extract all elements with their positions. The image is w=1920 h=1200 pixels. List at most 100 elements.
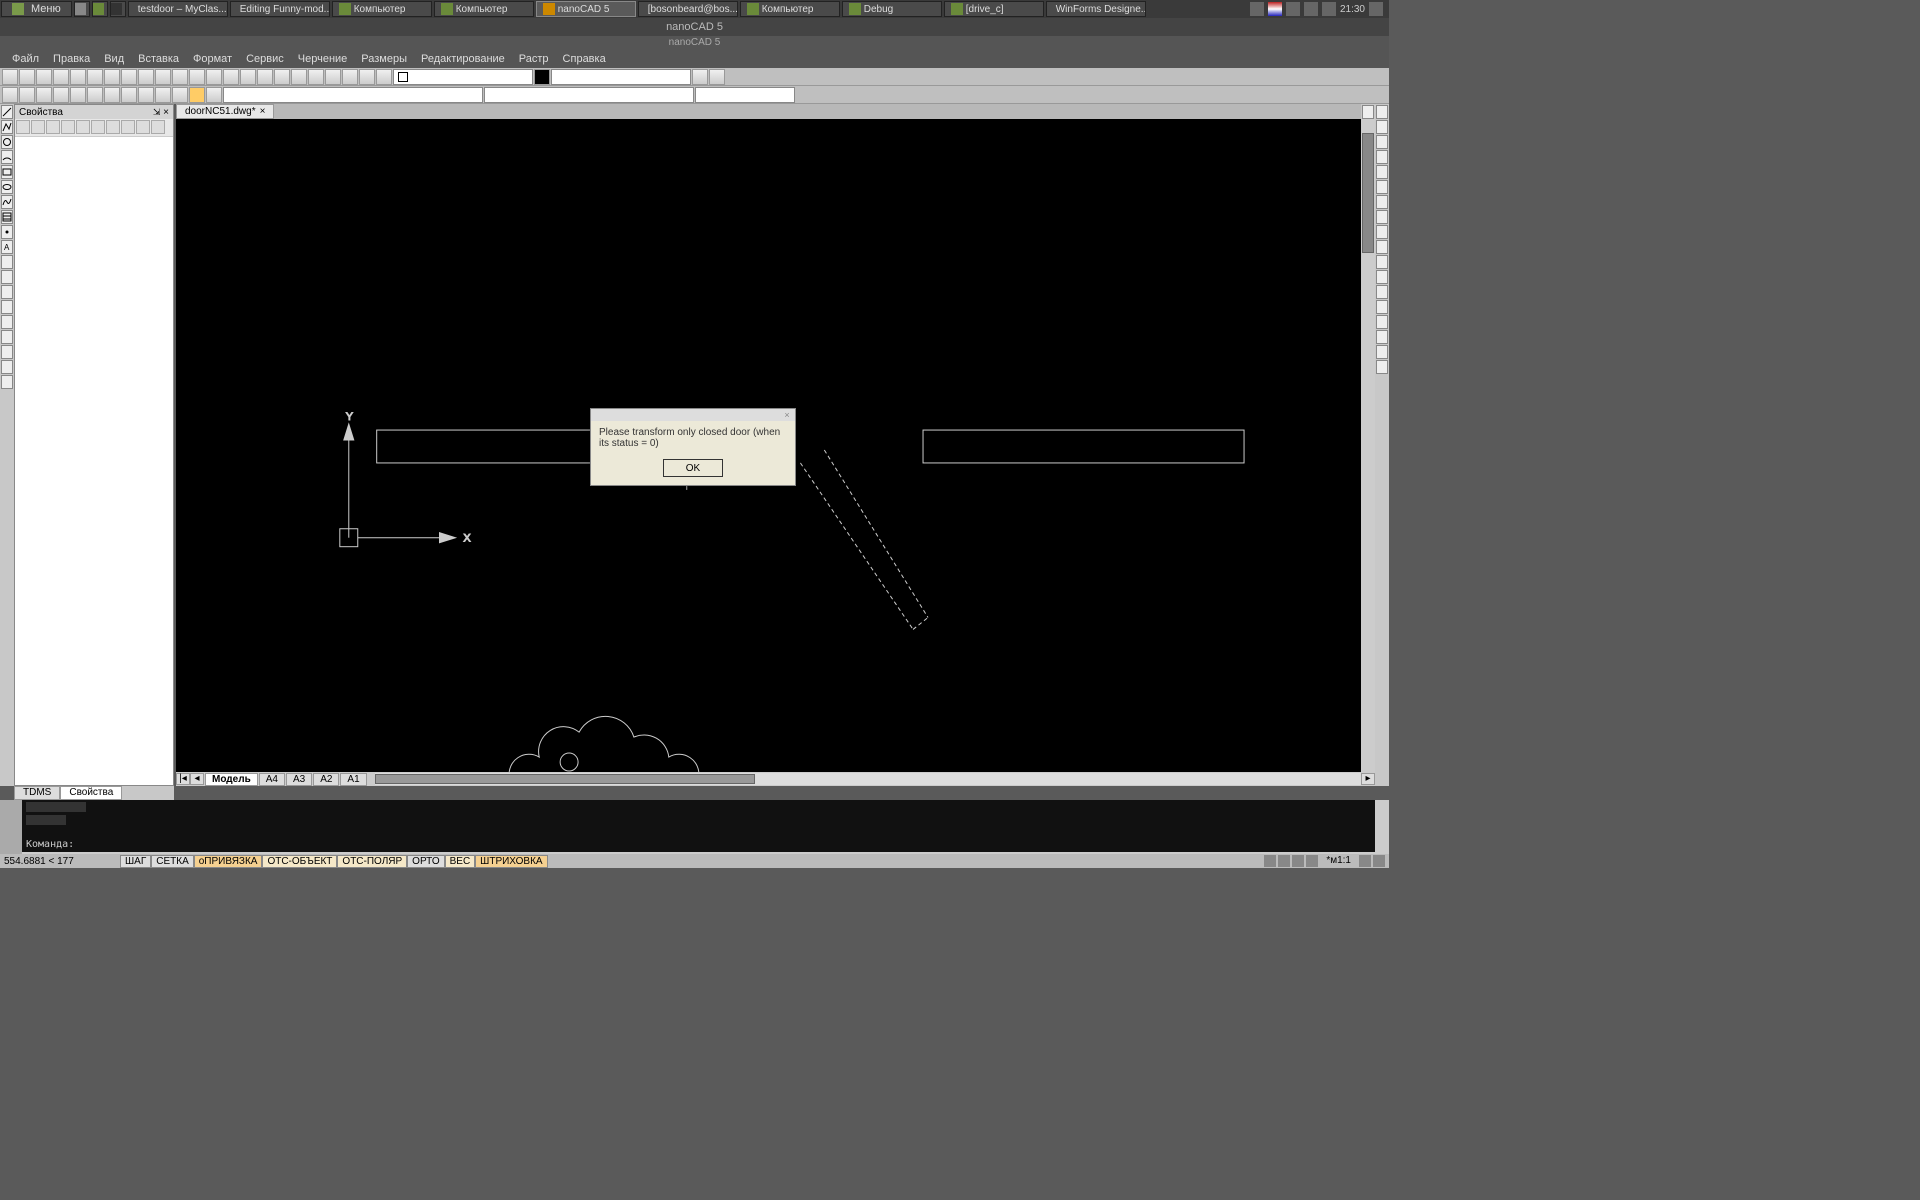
layout-tab-model[interactable]: Модель	[205, 773, 258, 786]
tool-zoom[interactable]	[172, 69, 188, 85]
tool-zoom-window[interactable]	[189, 69, 205, 85]
properties-panel-header[interactable]: Свойства ⇲ ×	[15, 105, 173, 119]
tool-10[interactable]	[342, 69, 358, 85]
menu-help[interactable]: Справка	[557, 51, 612, 67]
draw-polyline-icon[interactable]	[1, 120, 13, 134]
prop-tool-10[interactable]	[151, 120, 165, 134]
tool-print[interactable]	[53, 69, 69, 85]
tool-zoom-extents[interactable]	[206, 69, 222, 85]
tool-07[interactable]	[291, 69, 307, 85]
draw-ray-icon[interactable]	[1, 315, 13, 329]
tab-properties[interactable]: Свойства	[60, 786, 122, 800]
mod-align-icon[interactable]	[1376, 360, 1388, 374]
status-otrack-polar[interactable]: ОТС-ПОЛЯР	[337, 855, 407, 868]
layout-nav-first[interactable]: |◂	[176, 773, 190, 785]
properties-pin-icon[interactable]: ⇲	[153, 107, 161, 117]
task-winforms[interactable]: WinForms Designe...	[1046, 1, 1146, 17]
prop-tool-2[interactable]	[31, 120, 45, 134]
command-vscroll[interactable]	[1375, 800, 1389, 854]
start-menu-button[interactable]: Меню	[1, 1, 72, 17]
prop-tool-8[interactable]	[121, 120, 135, 134]
draw-polygon-icon[interactable]	[1, 345, 13, 359]
draw-text-icon[interactable]: A	[1, 240, 13, 254]
prop-tool-1[interactable]	[16, 120, 30, 134]
command-input[interactable]	[78, 839, 1375, 850]
snap-endpoint-icon[interactable]	[1362, 105, 1374, 119]
task-editing[interactable]: Editing Funny-mod...	[230, 1, 330, 17]
dialog-close-icon[interactable]: ×	[781, 410, 793, 420]
tool2-05[interactable]	[70, 87, 86, 103]
properties-close-icon[interactable]: ×	[163, 107, 169, 118]
doc-tab-current[interactable]: doorNC51.dwg* ×	[176, 104, 274, 119]
tool2-06[interactable]	[87, 87, 103, 103]
tool-08[interactable]	[308, 69, 324, 85]
tool-06[interactable]	[274, 69, 290, 85]
draw-boundary-icon[interactable]	[1, 300, 13, 314]
canvas-vscroll[interactable]	[1361, 119, 1375, 772]
menu-edit[interactable]: Правка	[47, 51, 96, 67]
dialog-titlebar[interactable]: ×	[591, 409, 795, 421]
mod-trim-icon[interactable]	[1376, 240, 1388, 254]
status-lweight[interactable]: ВЕС	[445, 855, 476, 868]
status-icon-2[interactable]	[1278, 855, 1290, 867]
network-icon[interactable]	[1286, 2, 1300, 16]
battery-icon[interactable]	[1322, 2, 1336, 16]
layer-combo[interactable]	[223, 87, 483, 103]
dialog-ok-button[interactable]: OK	[663, 459, 723, 477]
style-combo-1[interactable]	[484, 87, 694, 103]
mod-extend-icon[interactable]	[1376, 255, 1388, 269]
tool-cut[interactable]	[104, 69, 120, 85]
doc-tab-close-icon[interactable]: ×	[260, 106, 266, 117]
tool2-12[interactable]	[189, 87, 205, 103]
layout-tab-a1[interactable]: A1	[340, 773, 366, 786]
prop-tool-9[interactable]	[136, 120, 150, 134]
task-terminal[interactable]: [bosonbeard@bos...	[638, 1, 738, 17]
mod-offset-icon[interactable]	[1376, 150, 1388, 164]
status-osnap[interactable]: оПРИВЯЗКА	[194, 855, 263, 868]
tool2-01[interactable]	[2, 87, 18, 103]
prop-tool-7[interactable]	[106, 120, 120, 134]
tool-paste[interactable]	[138, 69, 154, 85]
tool2-02[interactable]	[19, 87, 35, 103]
tool-pan[interactable]	[155, 69, 171, 85]
layout-tab-a4[interactable]: A4	[259, 773, 285, 786]
status-scale[interactable]: *м1:1	[1320, 855, 1357, 867]
status-hatch[interactable]: ШТРИХОВКА	[475, 855, 547, 868]
mod-explode-icon[interactable]	[1376, 315, 1388, 329]
task-computer-1[interactable]: Компьютер	[332, 1, 432, 17]
draw-region-icon[interactable]	[1, 270, 13, 284]
mod-chamfer-icon[interactable]	[1376, 300, 1388, 314]
task-computer-2[interactable]: Компьютер	[434, 1, 534, 17]
menu-format[interactable]: Формат	[187, 51, 238, 67]
mod-mirror-icon[interactable]	[1376, 135, 1388, 149]
task-debug[interactable]: Debug	[842, 1, 942, 17]
tool-04[interactable]	[240, 69, 256, 85]
task-computer-3[interactable]: Компьютер	[740, 1, 840, 17]
mod-copy-icon[interactable]	[1376, 120, 1388, 134]
mod-rotate-icon[interactable]	[1376, 195, 1388, 209]
clock[interactable]: 21:30	[1340, 4, 1365, 15]
mod-join-icon[interactable]	[1376, 330, 1388, 344]
draw-circle-icon[interactable]	[1, 135, 13, 149]
vscroll-thumb[interactable]	[1362, 133, 1374, 253]
mod-stretch-icon[interactable]	[1376, 225, 1388, 239]
tool-05[interactable]	[257, 69, 273, 85]
draw-block-icon[interactable]	[1, 255, 13, 269]
status-snap[interactable]: ШАГ	[120, 855, 151, 868]
mod-fillet-icon[interactable]	[1376, 285, 1388, 299]
user-icon[interactable]	[1250, 2, 1264, 16]
mod-array-icon[interactable]	[1376, 165, 1388, 179]
prop-tool-3[interactable]	[46, 120, 60, 134]
status-icon-3[interactable]	[1292, 855, 1304, 867]
status-otrack-obj[interactable]: ОТС-ОБЪЕКТ	[262, 855, 337, 868]
tool-03[interactable]	[223, 69, 239, 85]
tool-09[interactable]	[325, 69, 341, 85]
menu-modify[interactable]: Редактирование	[415, 51, 511, 67]
task-nanocad[interactable]: nanoCAD 5	[536, 1, 636, 17]
menu-service[interactable]: Сервис	[240, 51, 290, 67]
status-icon-5[interactable]	[1359, 855, 1371, 867]
draw-donut-icon[interactable]	[1, 360, 13, 374]
tool2-09[interactable]	[138, 87, 154, 103]
tray-expand-icon[interactable]	[1369, 2, 1383, 16]
tool-open[interactable]	[19, 69, 35, 85]
